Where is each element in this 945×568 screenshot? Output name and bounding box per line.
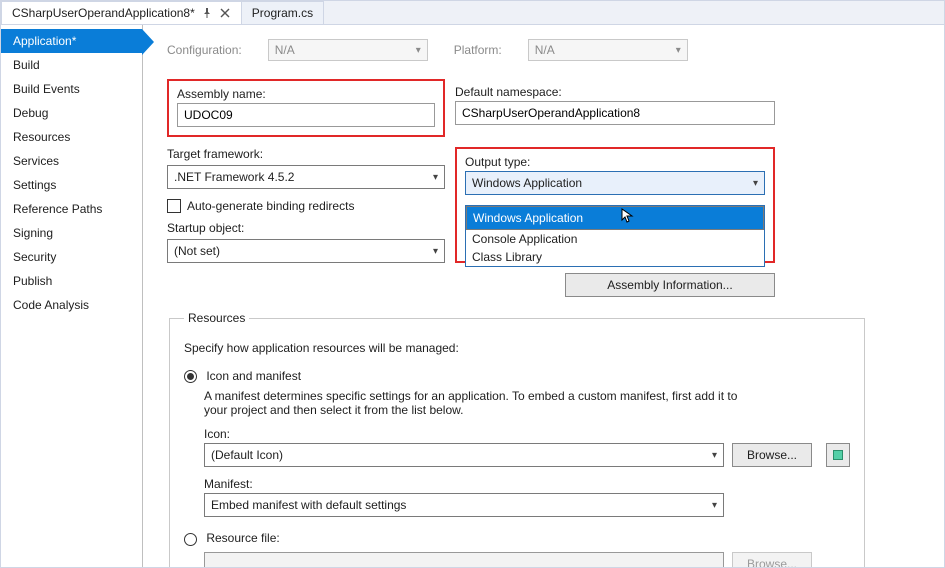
config-platform-row: Configuration: N/A ▾ Platform: N/A ▾ [167, 39, 934, 61]
resources-group: Resources Specify how application resour… [169, 311, 865, 567]
configuration-select: N/A ▾ [268, 39, 428, 61]
default-namespace-input[interactable] [455, 101, 775, 125]
sidebar-item-settings[interactable]: Settings [1, 173, 142, 197]
resources-description: Specify how application resources will b… [184, 341, 850, 355]
resource-file-browse-button: Browse... [732, 552, 812, 567]
manifest-select[interactable]: Embed manifest with default settings ▾ [204, 493, 724, 517]
assembly-name-input[interactable] [177, 103, 435, 127]
sidebar-item-signing[interactable]: Signing [1, 221, 142, 245]
application-page: Configuration: N/A ▾ Platform: N/A ▾ Ass… [143, 25, 944, 567]
checkbox-icon [167, 199, 181, 213]
radio-icon [184, 370, 197, 383]
project-properties-window: { "tabs": { "active": "CSharpUserOperand… [0, 0, 945, 568]
assembly-name-highlight: Assembly name: [167, 79, 445, 137]
resource-file-radio[interactable]: Resource file: [184, 531, 850, 545]
output-type-select[interactable]: Windows Application ▾ [465, 171, 765, 195]
sidebar-item-debug[interactable]: Debug [1, 101, 142, 125]
startup-object-label: Startup object: [167, 221, 445, 235]
sidebar-item-publish[interactable]: Publish [1, 269, 142, 293]
auto-generate-binding-redirects[interactable]: Auto-generate binding redirects [167, 199, 445, 213]
chevron-down-icon: ▾ [416, 45, 421, 56]
assembly-information-button[interactable]: Assembly Information... [565, 273, 775, 297]
resource-file-input [204, 552, 724, 567]
sidebar-item-security[interactable]: Security [1, 245, 142, 269]
icon-label: Icon: [204, 427, 850, 441]
tab-program-cs[interactable]: Program.cs [241, 1, 324, 24]
startup-object-select[interactable]: (Not set) ▾ [167, 239, 445, 263]
icon-select[interactable]: (Default Icon) ▾ [204, 443, 724, 467]
tab-project-properties[interactable]: CSharpUserOperandApplication8* [1, 1, 242, 24]
icon-preview [826, 443, 850, 467]
icon-and-manifest-radio[interactable]: Icon and manifest [184, 369, 850, 383]
output-type-highlight: Output type: Windows Application ▾ Windo… [455, 147, 775, 263]
output-type-option[interactable]: Class Library [466, 248, 764, 266]
sidebar-item-resources[interactable]: Resources [1, 125, 142, 149]
chevron-down-icon: ▾ [433, 172, 438, 183]
target-framework-select[interactable]: .NET Framework 4.5.2 ▾ [167, 165, 445, 189]
icon-manifest-description: A manifest determines specific settings … [184, 389, 744, 417]
default-namespace-label: Default namespace: [455, 85, 775, 99]
output-type-label: Output type: [465, 155, 765, 169]
pin-icon[interactable] [201, 7, 213, 19]
close-icon[interactable] [219, 7, 231, 19]
sidebar-item-code-analysis[interactable]: Code Analysis [1, 293, 142, 317]
sidebar-item-services[interactable]: Services [1, 149, 142, 173]
chevron-down-icon: ▾ [712, 450, 717, 461]
output-type-dropdown: Windows Application Console Application … [465, 205, 765, 267]
radio-icon [184, 533, 197, 546]
chevron-down-icon: ▾ [712, 500, 717, 511]
icon-browse-button[interactable]: Browse... [732, 443, 812, 467]
sidebar-item-reference-paths[interactable]: Reference Paths [1, 197, 142, 221]
output-type-option[interactable]: Console Application [466, 230, 764, 248]
chevron-down-icon: ▾ [676, 45, 681, 56]
manifest-label: Manifest: [204, 477, 850, 491]
tab-label: CSharpUserOperandApplication8* [12, 6, 195, 20]
chevron-down-icon: ▾ [753, 178, 758, 189]
chevron-down-icon: ▾ [433, 246, 438, 257]
sidebar-item-build[interactable]: Build [1, 53, 142, 77]
output-type-option[interactable]: Windows Application [466, 206, 764, 230]
document-tabstrip: CSharpUserOperandApplication8* Program.c… [1, 1, 944, 25]
properties-sidebar: Application* Build Build Events Debug Re… [1, 25, 143, 567]
configuration-label: Configuration: [167, 43, 242, 57]
tab-label: Program.cs [252, 6, 313, 20]
platform-select: N/A ▾ [528, 39, 688, 61]
target-framework-label: Target framework: [167, 147, 445, 161]
resources-legend: Resources [184, 311, 249, 325]
platform-label: Platform: [454, 43, 502, 57]
assembly-name-label: Assembly name: [177, 87, 435, 101]
sidebar-item-build-events[interactable]: Build Events [1, 77, 142, 101]
sidebar-item-application[interactable]: Application* [1, 29, 142, 53]
